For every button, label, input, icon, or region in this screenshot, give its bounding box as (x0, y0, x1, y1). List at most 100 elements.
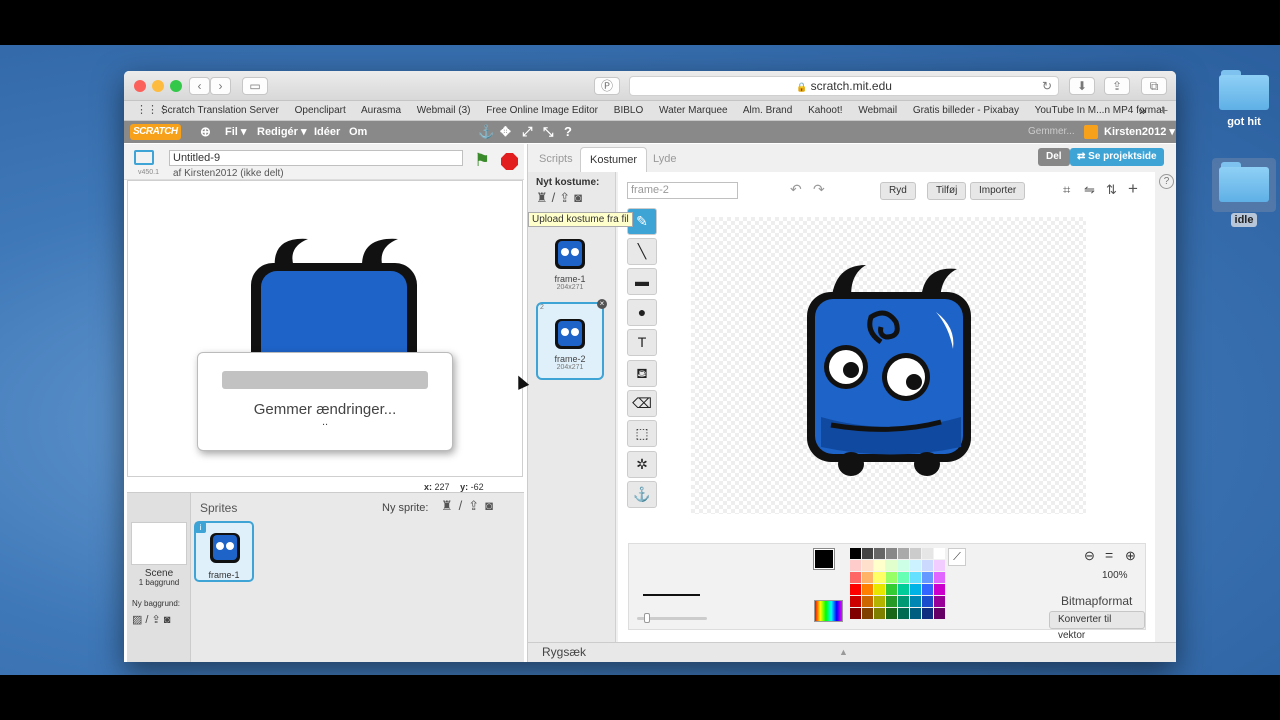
color-swatch[interactable] (862, 560, 873, 571)
import-button[interactable]: Importer (970, 182, 1026, 200)
color-swatch[interactable] (862, 584, 873, 595)
desktop-folder-idle[interactable]: idle (1212, 158, 1276, 227)
bookmark-item[interactable]: Free Online Image Editor (486, 105, 598, 116)
color-swatch[interactable] (874, 548, 885, 559)
shrink-icon[interactable]: ⤡ (543, 121, 553, 143)
color-swatch[interactable] (886, 596, 897, 607)
share-button[interactable]: Del (1038, 148, 1070, 166)
color-swatch[interactable] (922, 584, 933, 595)
slider-handle[interactable] (644, 613, 650, 623)
add-button[interactable]: Tilføj (927, 182, 967, 200)
user-menu[interactable]: Kirsten2012 ▾ (1104, 121, 1175, 143)
color-swatch[interactable] (850, 548, 861, 559)
crop-icon[interactable]: ⌗ (1063, 182, 1070, 198)
desktop-folder-got-hit[interactable]: got hit (1212, 70, 1276, 128)
bookmark-item[interactable]: Openclipart (295, 105, 346, 116)
menu-edit[interactable]: Redigér ▾ (257, 121, 307, 143)
share-icon[interactable]: ⇪ (1104, 77, 1130, 95)
bookmark-item[interactable]: Gratis billeder - Pixabay (913, 105, 1019, 116)
eyedropper-icon[interactable]: ⟋ (948, 548, 966, 566)
see-project-page-button[interactable]: ⇄ Se projektside (1070, 148, 1164, 166)
paint-sprite-icon[interactable]: / (459, 498, 469, 513)
bookmark-item[interactable]: Aurasma (361, 105, 401, 116)
color-swatch[interactable] (922, 560, 933, 571)
color-swatch[interactable] (910, 584, 921, 595)
color-swatch[interactable] (898, 560, 909, 571)
color-swatch[interactable] (850, 560, 861, 571)
color-swatch[interactable] (910, 560, 921, 571)
color-swatch[interactable] (934, 596, 945, 607)
color-swatch[interactable] (934, 584, 945, 595)
presentation-mode-icon[interactable] (134, 150, 154, 165)
globe-icon[interactable]: ⊕ (200, 121, 211, 143)
color-swatch[interactable] (886, 608, 897, 619)
new-tab-button[interactable]: + (1160, 101, 1168, 120)
flip-horizontal-icon[interactable]: ⇋ (1084, 182, 1095, 198)
color-swatch[interactable] (874, 560, 885, 571)
color-swatch[interactable] (922, 608, 933, 619)
bookmark-item[interactable]: Webmail (858, 105, 897, 116)
backpack-bar[interactable]: Rygsæk ▲ (528, 642, 1176, 662)
sidebar-icon[interactable]: ▭ (242, 77, 268, 95)
color-swatch[interactable] (874, 596, 885, 607)
color-swatch[interactable] (922, 596, 933, 607)
costume-item-frame-1[interactable]: frame-1 204x271 (536, 230, 604, 308)
info-icon[interactable]: i (195, 522, 206, 533)
delete-costume-icon[interactable]: × (597, 299, 607, 309)
color-swatch[interactable] (922, 572, 933, 583)
menu-file[interactable]: Fil ▾ (225, 121, 246, 143)
reload-icon[interactable]: ↻ (1042, 77, 1052, 95)
costume-item-frame-2[interactable]: 2 × frame-2 204x271 (536, 299, 607, 380)
duplicate-stamp-icon[interactable]: ⚓ (478, 121, 494, 143)
color-swatch[interactable] (910, 608, 921, 619)
bookmark-item[interactable]: Alm. Brand (743, 105, 792, 116)
color-swatch[interactable] (886, 572, 897, 583)
color-swatch[interactable] (886, 560, 897, 571)
tabs-overview-icon[interactable]: ⧉ (1141, 77, 1167, 95)
camera-costume-icon[interactable]: ◙ (574, 190, 586, 205)
clear-button[interactable]: Ryd (880, 182, 916, 200)
menu-ideas[interactable]: Idéer (314, 121, 340, 143)
bookmark-item[interactable]: Scratch Translation Server (161, 105, 279, 116)
color-swatch[interactable] (862, 572, 873, 583)
color-swatch[interactable] (934, 572, 945, 583)
color-swatch[interactable] (922, 548, 933, 559)
tab-sounds[interactable]: Lyde (644, 147, 685, 172)
color-swatch[interactable] (862, 608, 873, 619)
primary-color-swatch[interactable] (814, 549, 834, 569)
expand-arrow-icon[interactable]: ▲ (839, 643, 848, 662)
color-swatch[interactable] (862, 596, 873, 607)
close-window-button[interactable] (134, 80, 146, 92)
upload-costume-icon[interactable]: ⇪ (559, 190, 574, 205)
upload-sprite-icon[interactable]: ⇪ (468, 498, 485, 513)
green-flag-icon[interactable]: ⚑ (474, 150, 490, 171)
line-tool[interactable]: ╲ (627, 238, 657, 265)
zoom-window-button[interactable] (170, 80, 182, 92)
stop-icon[interactable] (501, 153, 518, 170)
grow-icon[interactable]: ⤢ (522, 121, 532, 143)
download-icon[interactable]: ⬇ (1069, 77, 1095, 95)
upload-backdrop-icon[interactable]: ⇪ (151, 614, 163, 626)
pinterest-icon[interactable]: Ⓟ (594, 77, 620, 95)
eraser-tool[interactable]: ⌫ (627, 390, 657, 417)
color-swatch[interactable] (898, 608, 909, 619)
bookmark-item[interactable]: Water Marquee (659, 105, 728, 116)
camera-sprite-icon[interactable]: ◙ (485, 498, 499, 513)
project-title-input[interactable]: Untitled-9 (169, 150, 463, 166)
stage-thumbnail[interactable] (131, 522, 187, 565)
magic-select-tool[interactable]: ✲ (627, 451, 657, 478)
color-swatch[interactable] (862, 548, 873, 559)
undo-icon[interactable]: ↶ (790, 181, 802, 198)
color-swatch[interactable] (874, 572, 885, 583)
sprite-tile[interactable]: i frame-1 (194, 521, 254, 582)
set-center-icon[interactable]: + (1128, 179, 1138, 199)
color-swatch[interactable] (910, 548, 921, 559)
color-swatch[interactable] (850, 584, 861, 595)
costume-library-icon[interactable]: ♜ (536, 190, 552, 205)
help-icon[interactable]: ? (564, 121, 572, 143)
bookmark-item[interactable]: BIBLO (614, 105, 643, 116)
rectangle-tool[interactable]: ▬ (627, 268, 657, 295)
zoom-reset-icon[interactable]: = (1105, 547, 1113, 563)
color-swatch[interactable] (850, 572, 861, 583)
cut-icon[interactable]: ✥ (500, 121, 511, 143)
